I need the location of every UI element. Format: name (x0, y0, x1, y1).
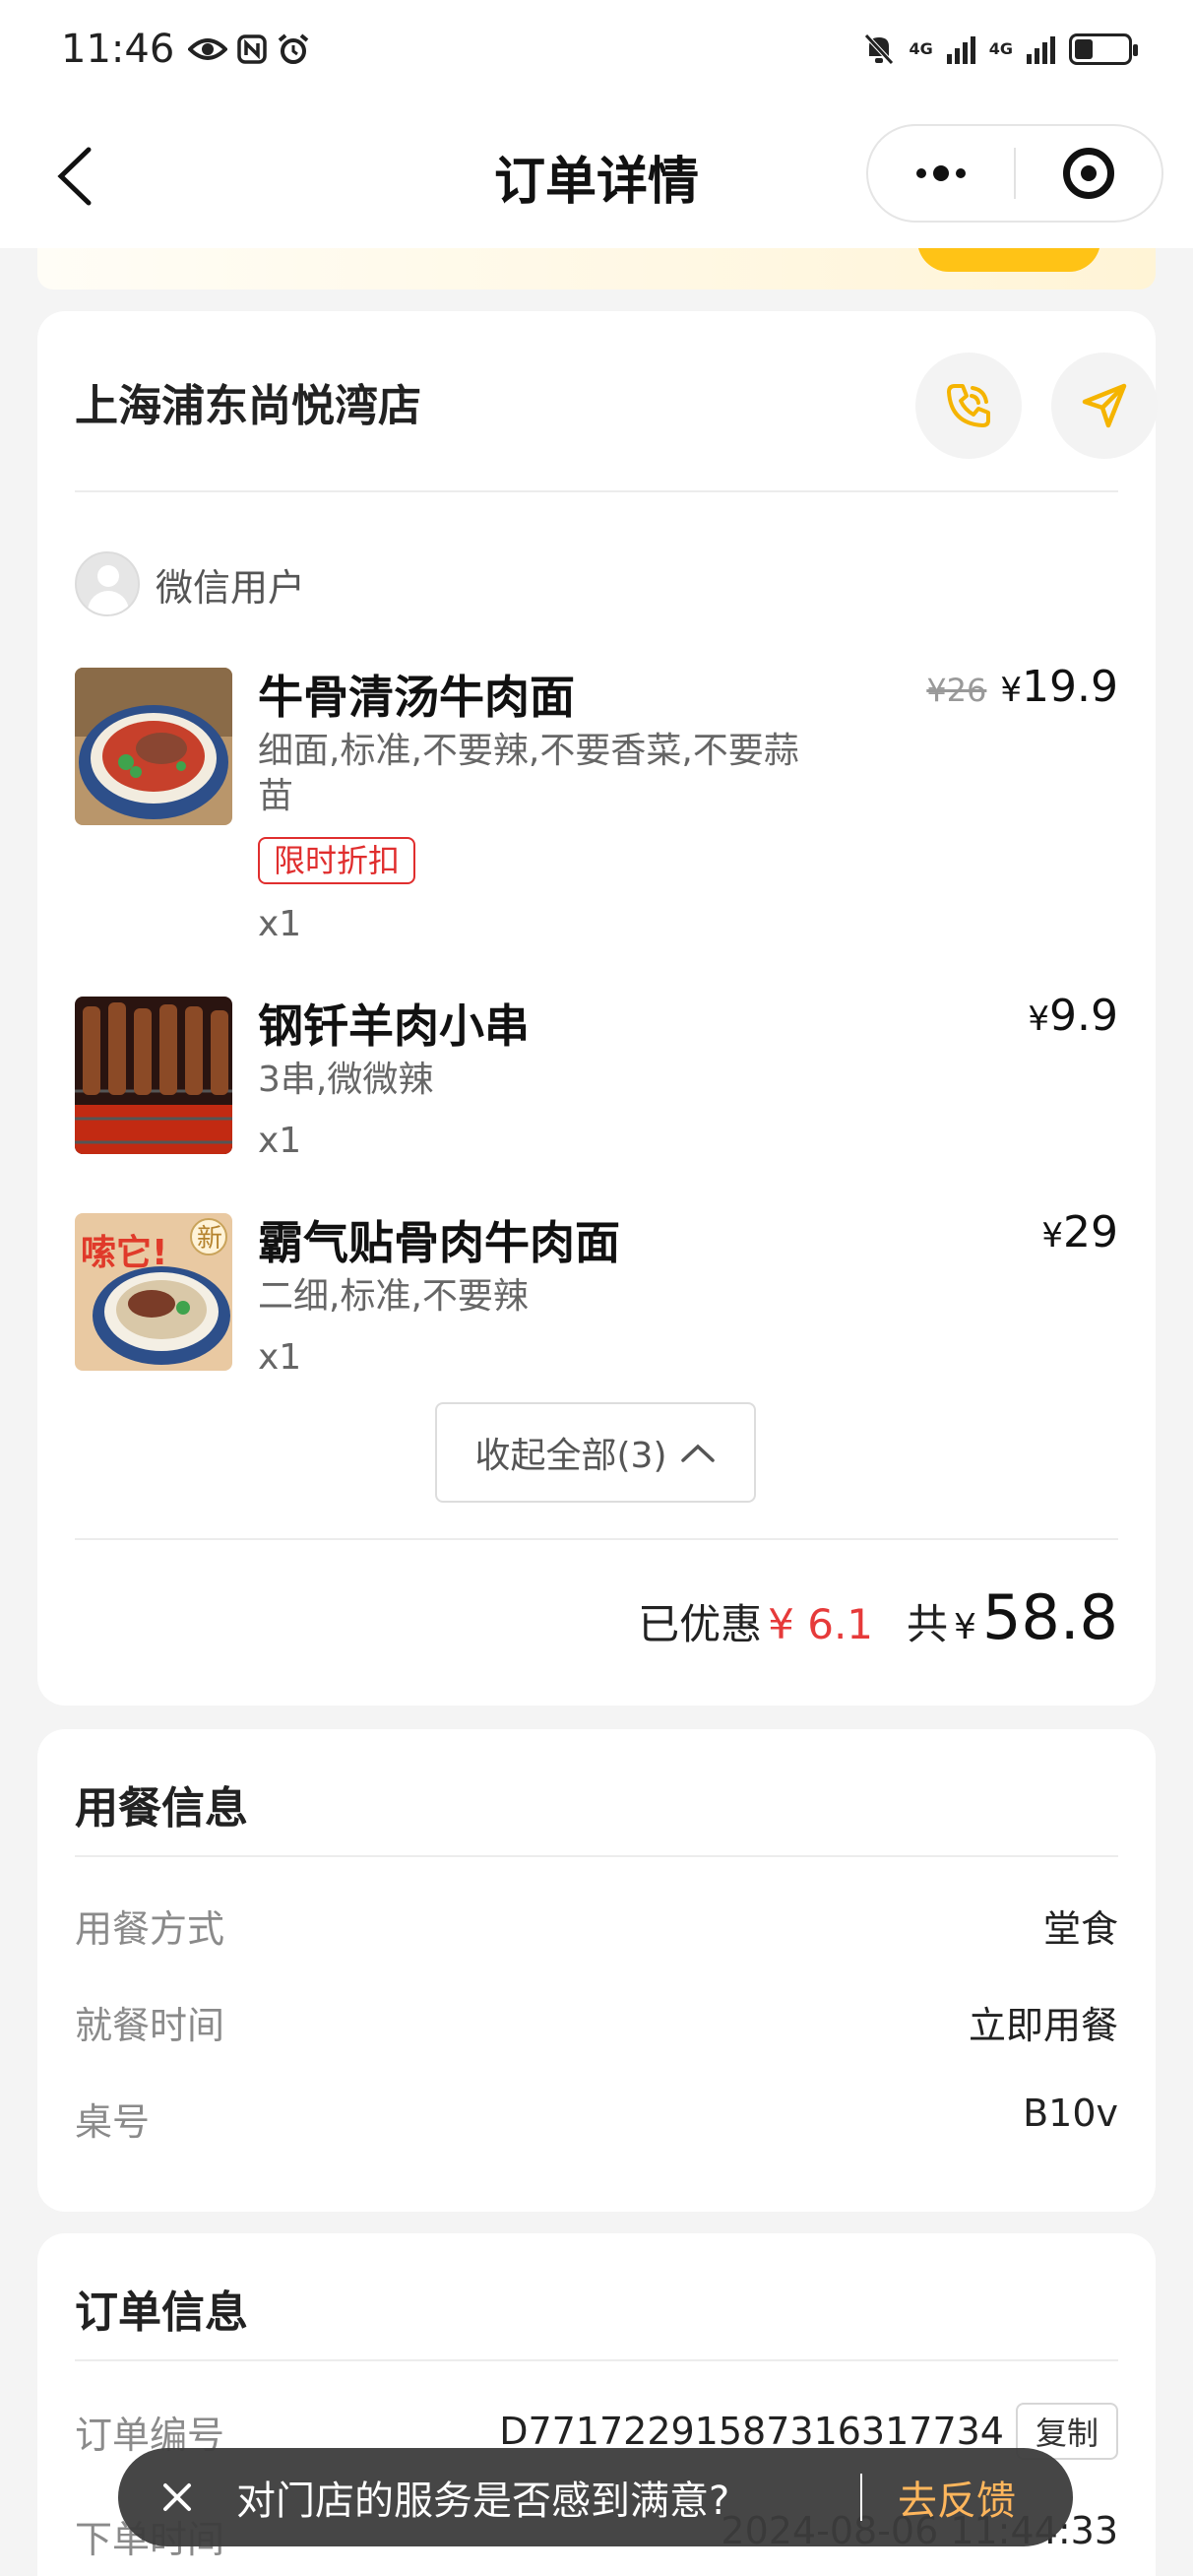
nfc-icon (237, 34, 268, 64)
row-value: B10v (1023, 2092, 1118, 2135)
dish-image (75, 997, 232, 1154)
feedback-link[interactable]: 去反馈 (898, 2469, 1016, 2526)
toast-message: 对门店的服务是否感到满意? (236, 2479, 730, 2524)
dining-info-card: 用餐信息 用餐方式 堂食 就餐时间 立即用餐 桌号 B10v (37, 1729, 1156, 2212)
item-price: ¥29 (1041, 1207, 1118, 1257)
close-toast-button[interactable] (118, 2448, 236, 2546)
list-item[interactable]: 牛骨清汤牛肉面 细面,标准,不要辣,不要香菜,不要蒜苗 限时折扣 x1 ¥26 … (75, 662, 1118, 963)
order-number: D77172291587316317734 (499, 2410, 1004, 2453)
dining-time-row: 就餐时间 立即用餐 (75, 1995, 1118, 2049)
item-name: 牛骨清汤牛肉面 (258, 671, 575, 724)
item-spec: 细面,标准,不要辣,不要香菜,不要蒜苗 (258, 731, 799, 816)
signal-icon (1027, 34, 1055, 64)
order-detail-page: 11:46 4G 4G 订单详情 上海浦东尚悦湾店 微信用户 牛骨清汤牛肉面 细… (0, 0, 1193, 2576)
price-value: 29 (1063, 1207, 1118, 1257)
list-item[interactable]: 嗦它! 新 霸气贴骨肉牛肉面 二细,标准,不要辣 x1 ¥29 (75, 1207, 1118, 1390)
item-quantity: x1 (258, 904, 302, 944)
call-store-button[interactable] (915, 353, 1022, 459)
dish-image: 嗦它! 新 (75, 1213, 232, 1371)
item-spec: 二细,标准,不要辣 (258, 1276, 529, 1317)
collapse-all-button[interactable]: 收起全部(3) (435, 1402, 756, 1503)
price-value: 19.9 (1022, 662, 1118, 712)
item-name: 钢钎羊肉小串 (258, 999, 530, 1053)
total-value: 58.8 (981, 1581, 1118, 1653)
user-name: 微信用户 (156, 565, 306, 610)
row-label: 用餐方式 (75, 1907, 225, 1951)
table-number-row: 桌号 B10v (75, 2092, 1118, 2146)
total-label: 共 (907, 1600, 949, 1648)
item-quantity: x1 (258, 1337, 302, 1378)
alarm-icon (279, 33, 309, 64)
discount-label: 已优惠 (638, 1600, 763, 1648)
original-price: ¥26 (926, 672, 987, 709)
target-icon (1063, 148, 1114, 199)
divider (75, 2359, 1118, 2361)
mini-program-capsule (866, 124, 1163, 223)
item-price: ¥9.9 (1028, 991, 1118, 1041)
user-row: 微信用户 (75, 551, 305, 616)
collapse-label: 收起全部(3) (474, 1436, 667, 1476)
section-title: 订单信息 (75, 2287, 248, 2338)
currency-symbol: ¥ (1028, 999, 1050, 1039)
navigate-button[interactable] (1051, 353, 1158, 459)
network-label-2: 4G (988, 39, 1013, 58)
feedback-toast: 对门店的服务是否感到满意? 去反馈 (118, 2448, 1073, 2546)
new-badge: 新 (197, 1224, 222, 1254)
mute-icon (864, 33, 895, 65)
nav-bar: 订单详情 (0, 98, 1193, 248)
row-label: 就餐时间 (75, 2004, 225, 2047)
divider (75, 1538, 1118, 1540)
avatar (75, 551, 140, 616)
image-text: 嗦它! (81, 1233, 167, 1273)
order-total: 已优惠 ¥ 6.1 共 ¥ 58.8 (638, 1581, 1118, 1653)
row-value: 立即用餐 (968, 2004, 1118, 2047)
order-status-banner (37, 248, 1156, 290)
currency-symbol: ¥ (1000, 671, 1023, 710)
item-quantity: x1 (258, 1121, 302, 1161)
row-label: 桌号 (75, 2100, 151, 2144)
order-items-card: 上海浦东尚悦湾店 微信用户 牛骨清汤牛肉面 细面,标准,不要辣,不要香菜,不要蒜… (37, 311, 1158, 1706)
currency-symbol: ¥ (1041, 1216, 1063, 1256)
status-bar: 11:46 4G 4G (0, 0, 1193, 98)
divider (75, 1855, 1118, 1857)
currency-symbol: ¥ (954, 1607, 976, 1647)
item-spec: 3串,微微辣 (258, 1060, 434, 1100)
signal-icon (946, 34, 975, 64)
navigation-arrow-icon (1082, 383, 1127, 428)
more-icon (916, 165, 966, 181)
row-value: 堂食 (1042, 1907, 1118, 1951)
price-value: 9.9 (1049, 991, 1118, 1041)
status-time: 11:46 (61, 27, 175, 72)
battery-icon (1069, 33, 1138, 65)
status-action-button[interactable] (917, 248, 1100, 272)
item-price: ¥26 ¥19.9 (926, 662, 1118, 712)
store-name: 上海浦东尚悦湾店 (75, 381, 421, 431)
item-name: 霸气贴骨肉牛肉面 (258, 1216, 620, 1269)
phone-icon (947, 384, 990, 427)
close-icon (163, 2483, 191, 2511)
discount-tag: 限时折扣 (258, 837, 416, 884)
dining-method-row: 用餐方式 堂食 (75, 1899, 1118, 1953)
network-label-1: 4G (909, 39, 933, 58)
close-mini-program-button[interactable] (1016, 126, 1162, 221)
more-button[interactable] (868, 126, 1014, 221)
dish-image (75, 668, 232, 825)
chevron-up-icon (680, 1444, 715, 1462)
discount-value: ¥ 6.1 (768, 1600, 874, 1648)
eye-icon (188, 38, 228, 60)
section-title: 用餐信息 (75, 1783, 248, 1834)
divider (75, 490, 1118, 492)
list-item[interactable]: 钢钎羊肉小串 3串,微微辣 x1 ¥9.9 (75, 991, 1118, 1174)
